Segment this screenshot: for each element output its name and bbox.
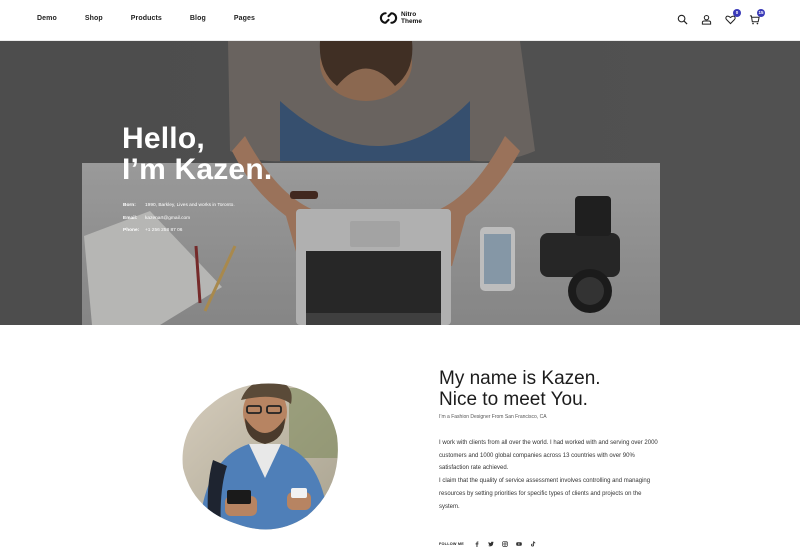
hero-section: Hello, I’m Kazen. Born: 1990, Barkley, L…: [0, 41, 800, 325]
phone-link[interactable]: +1 256 258 87 06: [145, 225, 182, 238]
about-title-line-1: My name is Kazen.: [439, 368, 601, 389]
twitter-icon[interactable]: [488, 541, 494, 547]
search-button[interactable]: [676, 13, 688, 25]
social-follow: FOLLOW ME: [439, 541, 536, 547]
nav-item-pages[interactable]: Pages: [234, 15, 255, 22]
instagram-icon[interactable]: [502, 541, 508, 547]
info-value: 1990, Barkley, Lives and works in Toront…: [145, 203, 235, 208]
nav-item-shop[interactable]: Shop: [85, 15, 103, 22]
site-header: Demo Shop Products Blog Pages Nitro Them…: [0, 0, 800, 41]
logo-line-2: Theme: [401, 18, 422, 25]
account-button[interactable]: [700, 13, 712, 25]
youtube-icon[interactable]: [516, 541, 522, 547]
header-actions: 0 15: [676, 9, 765, 25]
logo-line-1: Nitro: [401, 11, 417, 18]
site-logo[interactable]: Nitro Theme: [379, 11, 422, 25]
hero-title: Hello, I’m Kazen.: [122, 123, 272, 185]
about-description: I work with clients from all over the wo…: [439, 437, 659, 513]
portrait-image: [182, 383, 338, 530]
wishlist-count-badge: 0: [733, 9, 741, 17]
main-nav: Demo Shop Products Blog Pages: [37, 15, 283, 22]
nav-item-demo[interactable]: Demo: [37, 15, 57, 22]
cart-button[interactable]: 15: [748, 9, 765, 25]
info-row-phone: Phone: +1 256 258 87 06: [123, 225, 235, 238]
about-title-line-2: Nice to meet You.: [439, 389, 588, 410]
nav-item-blog[interactable]: Blog: [190, 15, 206, 22]
search-icon: [677, 14, 688, 25]
about-paragraph-1: I work with clients from all over the wo…: [439, 440, 658, 472]
info-label: Born:: [123, 203, 136, 208]
follow-label: FOLLOW ME: [439, 542, 464, 546]
user-icon: [701, 14, 711, 25]
logo-icon: [379, 12, 398, 24]
info-label: Email:: [123, 215, 138, 221]
info-label: Phone:: [123, 228, 140, 233]
logo-text: Nitro Theme: [401, 11, 422, 25]
email-link[interactable]: kazenart@gmail.com: [145, 213, 190, 226]
info-row-email: Email: kazenart@gmail.com: [123, 213, 235, 226]
about-title: My name is Kazen. Nice to meet You.: [439, 368, 601, 410]
about-subtitle: I’m a Fashion Designer From San Francisc…: [439, 414, 547, 420]
facebook-icon[interactable]: [474, 541, 480, 547]
tiktok-icon[interactable]: [530, 541, 536, 547]
hero-title-line-1: Hello,: [122, 122, 205, 155]
hero-title-line-2: I’m Kazen.: [122, 153, 273, 186]
nav-item-products[interactable]: Products: [131, 15, 162, 22]
info-row-born: Born: 1990, Barkley, Lives and works in …: [123, 200, 235, 213]
hero-info-list: Born: 1990, Barkley, Lives and works in …: [123, 200, 235, 238]
about-paragraph-2: I claim that the quality of service asse…: [439, 478, 651, 510]
hero-overlay: [0, 41, 800, 325]
cart-count-badge: 15: [757, 9, 765, 17]
wishlist-button[interactable]: 0: [724, 9, 741, 25]
